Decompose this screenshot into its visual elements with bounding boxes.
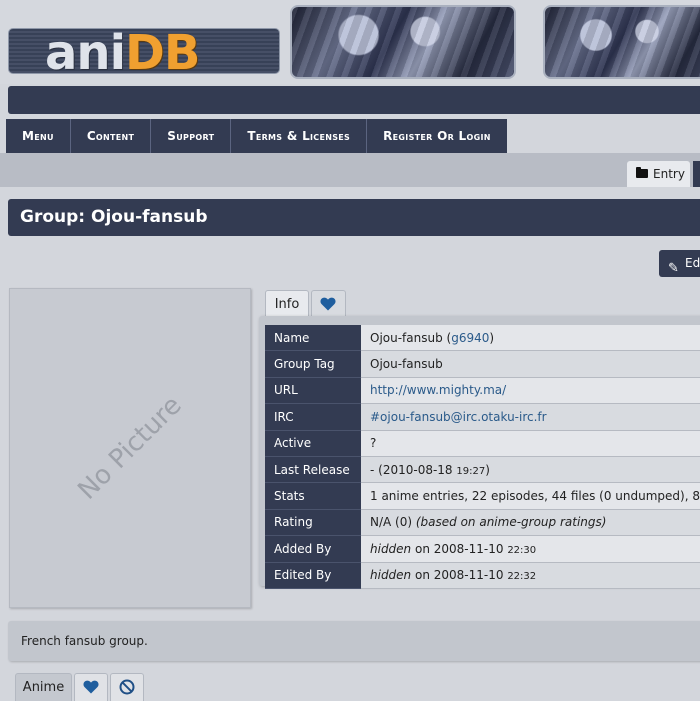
info-panel: Name Ojou-fansub (g6940) Group Tag Ojou-… bbox=[259, 316, 700, 589]
info-key: Group Tag bbox=[265, 350, 361, 378]
info-key: IRC bbox=[265, 403, 361, 431]
anime-tabs: Anime bbox=[15, 673, 146, 701]
info-key: URL bbox=[265, 377, 361, 405]
tab-next[interactable] bbox=[693, 161, 700, 187]
tab-info[interactable]: Info bbox=[265, 290, 309, 318]
info-value: 1 anime entries, 22 episodes, 44 files (… bbox=[361, 482, 700, 510]
description-text: French fansub group. bbox=[21, 634, 148, 648]
folder-icon bbox=[636, 167, 648, 178]
main-nav: Menu Content Support Terms & Licenses Re… bbox=[6, 119, 507, 153]
info-row-active: Active ? bbox=[265, 430, 700, 457]
info-key: Active bbox=[265, 430, 361, 457]
info-row-group-tag: Group Tag Ojou-fansub bbox=[265, 350, 700, 378]
info-tabs: Info bbox=[265, 290, 346, 318]
info-key: Stats bbox=[265, 482, 361, 510]
page-title-bar: Group: Ojou-fansub bbox=[8, 199, 700, 236]
group-picture: No Picture bbox=[9, 288, 251, 608]
info-key: Added By bbox=[265, 535, 361, 563]
info-value: N/A (0) (based on anime-group ratings) bbox=[361, 509, 700, 537]
edit-button[interactable]: ✎ Ed bbox=[659, 250, 700, 277]
group-description: French fansub group. bbox=[8, 621, 700, 661]
info-row-rating: Rating N/A (0) (based on anime-group rat… bbox=[265, 509, 700, 537]
group-id-link[interactable]: g6940 bbox=[451, 331, 489, 345]
nav-content[interactable]: Content bbox=[70, 119, 152, 153]
info-row-added-by: Added By hidden on 2008-11-10 22:30 bbox=[265, 535, 700, 563]
info-key: Last Release bbox=[265, 456, 361, 484]
info-value: http://www.mighty.ma/ bbox=[361, 377, 700, 405]
info-row-last-release: Last Release - (2010-08-18 19:27) bbox=[265, 456, 700, 484]
tab-anime-favorite[interactable] bbox=[74, 673, 108, 701]
heart-icon bbox=[83, 680, 99, 694]
info-row-name: Name Ojou-fansub (g6940) bbox=[265, 325, 700, 352]
url-link[interactable]: http://www.mighty.ma/ bbox=[370, 383, 506, 397]
edit-button-label: Ed bbox=[685, 256, 700, 270]
logo-text-db: DB bbox=[125, 28, 200, 74]
header-banner-image bbox=[543, 5, 700, 79]
tab-bar bbox=[0, 153, 700, 187]
ban-icon bbox=[119, 679, 135, 695]
tab-entry-label: Entry bbox=[653, 167, 685, 181]
nav-support[interactable]: Support bbox=[151, 119, 232, 153]
info-value: Ojou-fansub bbox=[361, 350, 700, 378]
heart-icon bbox=[320, 297, 336, 311]
info-key: Rating bbox=[265, 509, 361, 537]
site-header: aniDB bbox=[0, 0, 700, 84]
irc-link[interactable]: #ojou-fansub@irc.otaku-irc.fr bbox=[370, 410, 547, 424]
info-row-url: URL http://www.mighty.ma/ bbox=[265, 377, 700, 405]
tab-entry[interactable]: Entry bbox=[627, 161, 690, 187]
info-row-stats: Stats 1 anime entries, 22 episodes, 44 f… bbox=[265, 482, 700, 510]
tab-favorite[interactable] bbox=[311, 290, 346, 318]
info-row-irc: IRC #ojou-fansub@irc.otaku-irc.fr bbox=[265, 403, 700, 431]
info-value: hidden on 2008-11-10 22:32 bbox=[361, 562, 700, 589]
nav-terms-licenses[interactable]: Terms & Licenses bbox=[231, 119, 368, 153]
info-value: hidden on 2008-11-10 22:30 bbox=[361, 535, 700, 563]
info-row-edited-by: Edited By hidden on 2008-11-10 22:32 bbox=[265, 562, 700, 589]
info-key: Name bbox=[265, 325, 361, 352]
info-table: Name Ojou-fansub (g6940) Group Tag Ojou-… bbox=[265, 325, 700, 589]
info-value: Ojou-fansub (g6940) bbox=[361, 325, 700, 352]
nav-register-login[interactable]: Register Or Login bbox=[367, 119, 507, 153]
header-banner-image bbox=[290, 5, 516, 79]
nav-menu[interactable]: Menu bbox=[6, 119, 71, 153]
top-bar bbox=[8, 86, 700, 114]
info-key: Edited By bbox=[265, 562, 361, 589]
info-value: - (2010-08-18 19:27) bbox=[361, 456, 700, 484]
pencil-icon: ✎ bbox=[668, 261, 679, 276]
page-title: Group: Ojou-fansub bbox=[20, 207, 208, 227]
info-value: ? bbox=[361, 430, 700, 457]
tab-anime-blocked[interactable] bbox=[110, 673, 144, 701]
anidb-logo[interactable]: aniDB bbox=[8, 28, 280, 74]
tab-anime[interactable]: Anime bbox=[15, 673, 72, 701]
logo-text-ani: ani bbox=[45, 28, 126, 74]
no-picture-label: No Picture bbox=[72, 390, 188, 506]
info-value: #ojou-fansub@irc.otaku-irc.fr bbox=[361, 403, 700, 431]
